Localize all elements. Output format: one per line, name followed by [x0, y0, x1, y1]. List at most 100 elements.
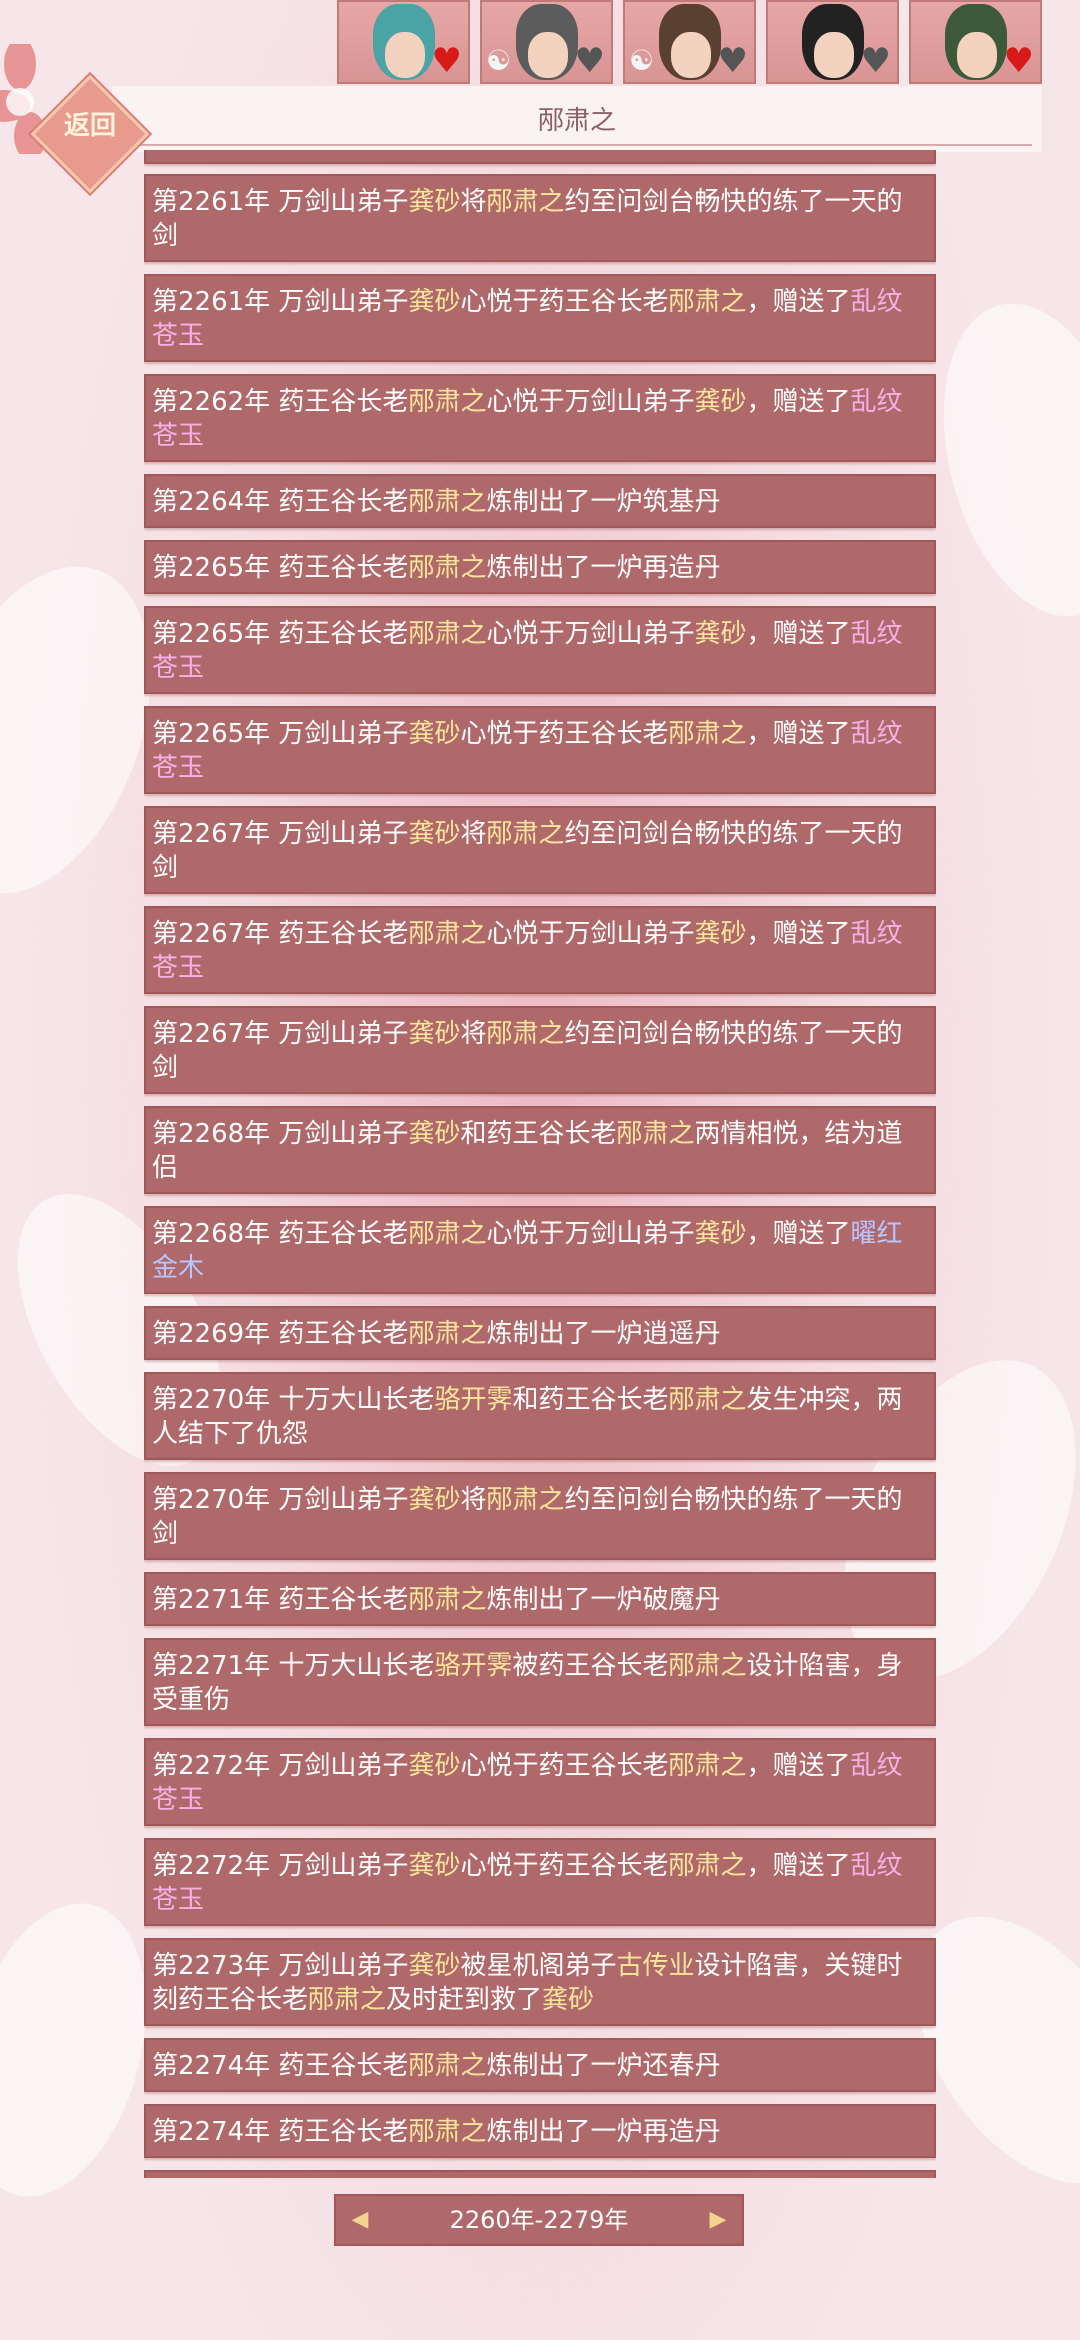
event-text: 第2273年 万剑山弟子: [152, 1951, 409, 1981]
event-text: 将: [460, 819, 487, 849]
portrait-face: [671, 32, 711, 78]
arrow-left-icon[interactable]: ◀: [346, 2206, 374, 2234]
character-name: 龚砂: [408, 1485, 461, 1515]
portrait-bar: ♥ ♥ ☯ ♥ ☯ ♥ ♥: [337, 0, 1042, 84]
event-text: 第2262年 药王谷长老: [152, 387, 409, 417]
portrait-gray-hair[interactable]: ♥ ☯: [480, 0, 613, 84]
portrait-face: [528, 32, 568, 78]
arrow-right-icon[interactable]: ▶: [704, 2206, 732, 2234]
background-petal: [911, 282, 1080, 638]
character-name: 龚砂: [408, 1751, 461, 1781]
event-text: 第2269年 药王谷长老: [152, 1319, 409, 1349]
event-text: 第2270年 万剑山弟子: [152, 1485, 409, 1515]
portrait-green-hair[interactable]: ♥: [909, 0, 1042, 84]
character-name: 邴肃之: [408, 387, 487, 417]
character-name: 邴肃之: [408, 487, 487, 517]
list-item: 第2265年 药王谷长老邴肃之炼制出了一炉再造丹: [144, 540, 936, 594]
list-item: 第2276年 万剑山弟子龚砂和药王谷长老邴肃之产下一子，起名为邴世昊: [144, 2170, 936, 2178]
character-name: 龚砂: [408, 1119, 461, 1149]
portrait-black-hair[interactable]: ♥: [766, 0, 899, 84]
character-name: 邴肃之: [308, 1985, 387, 2015]
back-button-label[interactable]: 返回: [48, 105, 132, 142]
character-name: 邴肃之: [668, 1851, 747, 1881]
portrait-brown-hair[interactable]: ♥ ☯: [623, 0, 756, 84]
yin-yang-icon: ☯: [486, 44, 512, 77]
character-name: 邴肃之: [408, 2117, 487, 2147]
character-name: 邴肃之: [486, 187, 565, 217]
event-text: ，赠送了: [746, 1751, 851, 1781]
character-name: 龚砂: [694, 619, 747, 649]
event-text: 第2274年 药王谷长老: [152, 2117, 409, 2147]
character-name: 邴肃之: [668, 1751, 747, 1781]
event-text: 第2265年 药王谷长老: [152, 553, 409, 583]
event-text: ，赠送了: [746, 387, 851, 417]
event-text: 第2267年 万剑山弟子: [152, 1019, 409, 1049]
list-item: 第2268年 药王谷长老邴肃之心悦于万剑山弟子龚砂，赠送了曜红金木: [144, 1206, 936, 1294]
year-range-label: 2260年-2279年: [449, 2206, 629, 2234]
character-name: 龚砂: [408, 1851, 461, 1881]
event-text: 心悦于万剑山弟子: [486, 919, 695, 949]
list-item: 第2270年 十万大山长老骆开霁和药王谷长老邴肃之发生冲突，两人结下了仇怨: [144, 1372, 936, 1460]
event-text: 及时赶到救了: [386, 1985, 543, 2015]
list-item: 第2274年 药王谷长老邴肃之炼制出了一炉还春丹: [144, 2038, 936, 2092]
event-text: 心悦于万剑山弟子: [486, 1219, 695, 1249]
list-item: 第2267年 万剑山弟子龚砂将邴肃之约至问剑台畅快的练了一天的剑: [144, 806, 936, 894]
event-text: 炼制出了一炉逍遥丹: [486, 1319, 721, 1349]
yin-yang-icon: ☯: [629, 44, 655, 77]
event-text: 心悦于药王谷长老: [460, 1751, 669, 1781]
list-item: 第2261年 万剑山弟子龚砂心悦于药王谷长老邴肃之，赠送了乱纹苍玉: [144, 274, 936, 362]
event-text: 第2267年 万剑山弟子: [152, 819, 409, 849]
event-text: 将: [460, 187, 487, 217]
event-text: 第2268年 万剑山弟子: [152, 1119, 409, 1149]
event-text: 第2265年 万剑山弟子: [152, 719, 409, 749]
event-text: 炼制出了一炉再造丹: [486, 2117, 721, 2147]
list-item: 第2273年 万剑山弟子龚砂被星机阁弟子古传业设计陷害，关键时刻药王谷长老邴肃之…: [144, 1938, 936, 2026]
event-text: ，赠送了: [746, 619, 851, 649]
list-item: 第2270年 万剑山弟子龚砂将邴肃之约至问剑台畅快的练了一天的剑: [144, 1472, 936, 1560]
event-text: 第2271年 十万大山长老: [152, 1651, 435, 1681]
list-item: 第2261年 万剑山弟子龚砂将邴肃之约至问剑台畅快的练了一天的剑: [144, 174, 936, 262]
event-text: 心悦于万剑山弟子: [486, 387, 695, 417]
list-item: 第2265年 万剑山弟子龚砂心悦于药王谷长老邴肃之，赠送了乱纹苍玉: [144, 706, 936, 794]
event-text: 第2271年 药王谷长老: [152, 1585, 409, 1615]
event-text: 心悦于万剑山弟子: [486, 619, 695, 649]
character-name: 龚砂: [408, 187, 461, 217]
character-name: 邴肃之: [408, 619, 487, 649]
event-text: ，赠送了: [746, 1219, 851, 1249]
event-log-list[interactable]: 第2261年 万剑山弟子龚砂将邴肃之约至问剑台畅快的练了一天的剑 第2261年 万…: [144, 150, 936, 2178]
list-item: 第2269年 药王谷长老邴肃之炼制出了一炉逍遥丹: [144, 1306, 936, 1360]
portrait-face: [814, 32, 854, 78]
event-text: 心悦于药王谷长老: [460, 1851, 669, 1881]
list-item: [144, 150, 936, 164]
event-text: 心悦于药王谷长老: [460, 287, 669, 317]
event-text: 第2261年 万剑山弟子: [152, 287, 409, 317]
event-text: 炼制出了一炉破魔丹: [486, 1585, 721, 1615]
character-name: 邴肃之: [486, 1485, 565, 1515]
event-text: 将: [460, 1485, 487, 1515]
event-text: ，赠送了: [746, 1851, 851, 1881]
event-text: 第2264年 药王谷长老: [152, 487, 409, 517]
list-item: 第2267年 药王谷长老邴肃之心悦于万剑山弟子龚砂，赠送了乱纹苍玉: [144, 906, 936, 994]
character-name: 邴肃之: [616, 1119, 695, 1149]
heart-icon: ♥: [860, 41, 891, 81]
character-name: 龚砂: [694, 919, 747, 949]
heart-icon: ♥: [717, 41, 748, 81]
event-text: 第2265年 药王谷长老: [152, 619, 409, 649]
portrait-teal-hair[interactable]: ♥: [337, 0, 470, 84]
character-name: 邴肃之: [486, 1019, 565, 1049]
event-text: 心悦于药王谷长老: [460, 719, 669, 749]
event-text: 将: [460, 1019, 487, 1049]
list-item: 第2268年 万剑山弟子龚砂和药王谷长老邴肃之两情相悦，结为道侣: [144, 1106, 936, 1194]
header-bar: 邴肃之: [112, 86, 1042, 152]
event-text: 炼制出了一炉还春丹: [486, 2051, 721, 2081]
list-item: 第2262年 药王谷长老邴肃之心悦于万剑山弟子龚砂，赠送了乱纹苍玉: [144, 374, 936, 462]
event-text: ，赠送了: [746, 287, 851, 317]
character-name: 龚砂: [408, 1019, 461, 1049]
year-range-pager: ◀ 2260年-2279年 ▶: [334, 2194, 744, 2246]
character-name: 龚砂: [694, 387, 747, 417]
character-name: 邴肃之: [668, 287, 747, 317]
list-item: 第2267年 万剑山弟子龚砂将邴肃之约至问剑台畅快的练了一天的剑: [144, 1006, 936, 1094]
character-name: 龚砂: [408, 1951, 461, 1981]
list-item: 第2271年 十万大山长老骆开霁被药王谷长老邴肃之设计陷害，身受重伤: [144, 1638, 936, 1726]
event-text: 被药王谷长老: [512, 1651, 669, 1681]
